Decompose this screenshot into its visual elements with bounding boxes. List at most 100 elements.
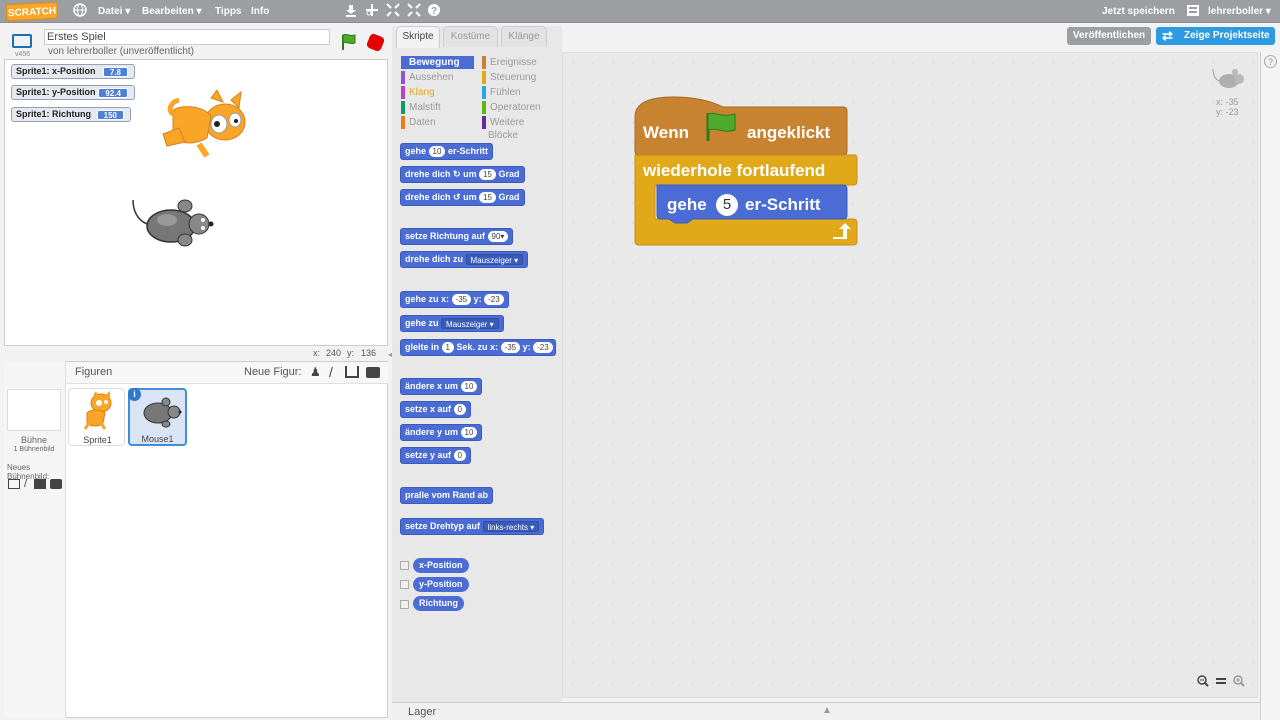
upload-backdrop-icon[interactable] (34, 479, 46, 489)
category-label: Daten (409, 117, 436, 128)
sprite-library-icon[interactable]: ♟ (310, 365, 322, 379)
block-input[interactable]: 15 (479, 192, 497, 204)
tab-sounds[interactable]: Klänge (501, 26, 547, 47)
upload-sprite-icon[interactable] (345, 366, 359, 378)
block-point-direction[interactable]: setze Richtung auf 90▾ (400, 228, 514, 245)
cat-sprite[interactable] (153, 90, 249, 160)
block-goto-xy[interactable]: gehe zu x: -35 y: -23 (400, 291, 509, 308)
shrink-icon[interactable] (406, 3, 422, 19)
category-looks[interactable]: Aussehen (401, 71, 474, 84)
category-pen[interactable]: Malstift (401, 101, 474, 114)
globe-icon[interactable] (72, 3, 88, 19)
category-more-blocks[interactable]: Weitere Blöcke (482, 116, 557, 141)
checkbox-x-position[interactable] (400, 561, 409, 570)
mouse-sprite[interactable] (129, 196, 215, 250)
checkbox-y-position[interactable] (400, 580, 409, 589)
green-flag-icon[interactable] (340, 33, 360, 51)
block-input[interactable]: -35 (500, 342, 521, 354)
zoom-out-icon[interactable] (1197, 675, 1209, 687)
save-now-link[interactable]: Jetzt speichern (1102, 0, 1175, 23)
block-text: Sek. zu x: (456, 342, 499, 352)
category-data[interactable]: Daten (401, 116, 474, 129)
folder-icon[interactable] (1185, 3, 1201, 19)
publish-button[interactable]: Veröffentlichen (1067, 27, 1151, 45)
help-icon[interactable]: ? (1264, 55, 1277, 68)
cut-icon[interactable] (364, 3, 380, 19)
paint-sprite-icon[interactable]: / (329, 364, 333, 380)
user-menu[interactable]: lehrerboller ▾ (1208, 0, 1271, 23)
block-input[interactable]: 90▾ (487, 231, 509, 243)
block-set-y[interactable]: setze y auf 0 (400, 447, 471, 464)
block-input[interactable]: -23 (533, 342, 553, 354)
block-move[interactable]: gehe 10 er-Schritt (400, 143, 493, 160)
see-project-page-button[interactable]: ⇄ Zeige Projektseite (1156, 27, 1275, 45)
backpack-bar[interactable]: Lager ▲ (392, 702, 1260, 720)
paint-backdrop-library-icon[interactable] (8, 479, 20, 489)
stage-thumbnail[interactable] (7, 389, 61, 431)
block-input[interactable]: 0 (453, 450, 466, 462)
block-turn-right[interactable]: drehe dich ↻ um 15 Grad (400, 166, 525, 183)
block-turn-left[interactable]: drehe dich ↺ um 15 Grad (400, 189, 525, 206)
stop-icon[interactable] (365, 32, 386, 53)
category-sound[interactable]: Klang (401, 86, 474, 99)
grow-icon[interactable] (385, 3, 401, 19)
monitor-y-position[interactable]: Sprite1: y-Position 92.4 (11, 85, 135, 100)
camera-icon[interactable] (366, 367, 380, 378)
block-text: ändere x um (405, 381, 459, 391)
block-change-y[interactable]: ändere y um 10 (400, 424, 483, 441)
sprite-thumb-mouse1[interactable]: i Mouse1 (128, 388, 187, 446)
category-events[interactable]: Ereignisse (482, 56, 557, 69)
block-dropdown[interactable]: links-rechts ▾ (482, 521, 540, 533)
block-rotation-style[interactable]: setze Drehtyp auf links-rechts ▾ (400, 518, 545, 535)
zoom-in-icon[interactable] (1233, 675, 1245, 687)
scripts-area[interactable]: Wenn angeklickt wiederhole fortlaufend g… (562, 52, 1258, 698)
block-point-towards[interactable]: drehe dich zu Mauszeiger ▾ (400, 251, 529, 268)
block-input[interactable]: 10 (428, 146, 446, 158)
block-input[interactable]: 10 (460, 427, 478, 439)
draw-backdrop-icon[interactable]: / (24, 478, 27, 490)
sprite-name: Mouse1 (141, 434, 174, 444)
reporter-x-position[interactable]: x-Position (413, 558, 469, 573)
block-input[interactable]: 1 (441, 342, 454, 354)
camera-backdrop-icon[interactable] (50, 479, 62, 489)
block-set-x[interactable]: setze x auf 0 (400, 401, 471, 418)
block-dropdown[interactable]: Mauszeiger ▾ (441, 318, 499, 330)
block-dropdown[interactable]: Mauszeiger ▾ (465, 254, 524, 266)
move-steps-input[interactable]: 5 (716, 194, 738, 216)
block-goto[interactable]: gehe zu Mauszeiger ▾ (400, 315, 504, 332)
block-input[interactable]: -35 (451, 294, 472, 306)
monitor-x-position[interactable]: Sprite1: x-Position 7.8 (11, 64, 135, 79)
category-sensing[interactable]: Fühlen (482, 86, 557, 99)
monitor-direction[interactable]: Sprite1: Richtung 150 (11, 107, 131, 122)
reporter-y-position[interactable]: y-Position (413, 577, 469, 592)
block-change-x[interactable]: ändere x um 10 (400, 378, 483, 395)
zoom-reset-icon[interactable] (1215, 675, 1227, 687)
tab-costumes[interactable]: Kostüme (443, 26, 498, 47)
help-icon[interactable]: ? (426, 3, 442, 19)
block-input[interactable]: 10 (460, 381, 478, 393)
block-text: pralle vom Rand ab (405, 490, 489, 500)
duplicate-icon[interactable] (343, 3, 359, 19)
block-bounce[interactable]: pralle vom Rand ab (400, 487, 494, 504)
menu-info[interactable]: Info (251, 0, 269, 23)
block-glide[interactable]: gleite in 1 Sek. zu x: -35 y: -23 (400, 339, 556, 356)
tab-scripts[interactable]: Skripte (396, 26, 440, 48)
expand-up-icon[interactable]: ▲ (822, 705, 832, 716)
sprite-thumb-sprite1[interactable]: Sprite1 (68, 388, 125, 446)
stage[interactable]: Sprite1: x-Position 7.8 Sprite1: y-Posit… (4, 59, 388, 346)
checkbox-direction[interactable] (400, 600, 409, 609)
reporter-direction[interactable]: Richtung (413, 596, 464, 611)
category-operators[interactable]: Operatoren (482, 101, 557, 114)
block-input[interactable]: 15 (479, 169, 497, 181)
scratch-logo[interactable]: SCRATCH (5, 1, 59, 22)
block-input[interactable]: 0 (453, 404, 466, 416)
stage-backdrop-count: 1 Bühnenbild (13, 446, 55, 453)
menu-file[interactable]: Datei ▾ (98, 0, 130, 23)
fullscreen-icon[interactable] (12, 34, 32, 48)
block-input[interactable]: -23 (484, 294, 504, 306)
category-motion[interactable]: Bewegung (401, 56, 474, 69)
project-title-input[interactable]: Erstes Spiel (44, 29, 330, 45)
menu-edit[interactable]: Bearbeiten ▾ (142, 0, 201, 23)
category-control[interactable]: Steuerung (482, 71, 557, 84)
menu-tips[interactable]: Tipps (215, 0, 241, 23)
